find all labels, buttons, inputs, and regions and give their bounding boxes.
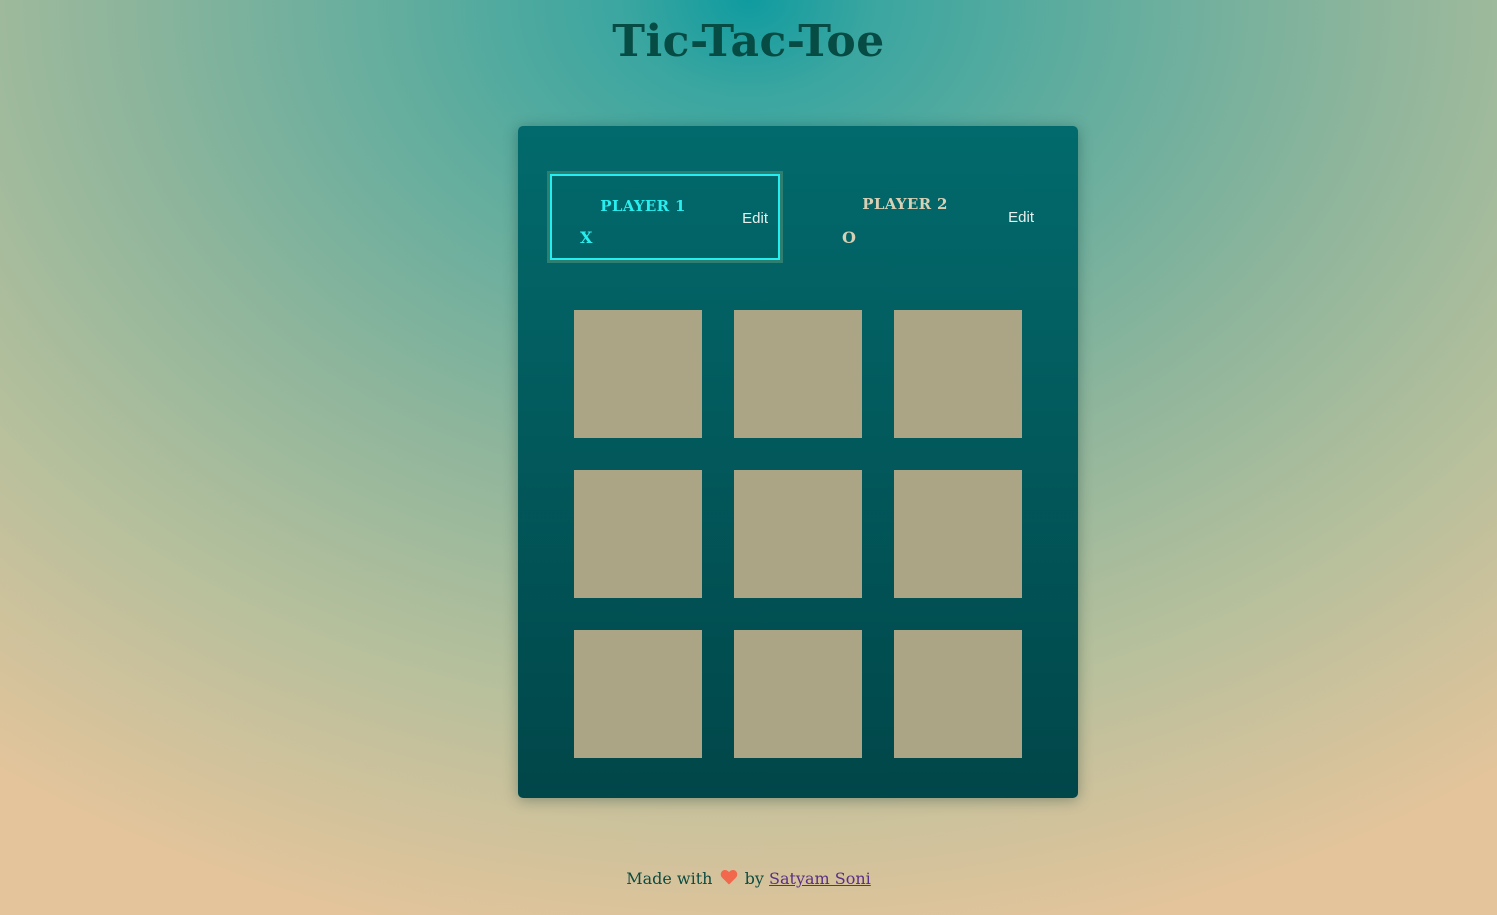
- edit-player-2-button[interactable]: Edit: [1008, 209, 1034, 227]
- game-card: PLAYER 1 X Edit PLAYER 2 O Edit: [518, 126, 1078, 798]
- player-2-panel: PLAYER 2 O Edit: [814, 174, 1044, 260]
- board-cell-8[interactable]: [734, 630, 862, 758]
- board-cell-9[interactable]: [894, 630, 1022, 758]
- board-cell-1[interactable]: [574, 310, 702, 438]
- player-1-name: PLAYER 1: [600, 197, 686, 215]
- board-cell-7[interactable]: [574, 630, 702, 758]
- game-board: [574, 310, 1022, 758]
- player-1-symbol: X: [580, 228, 593, 247]
- footer: Made with by Satyam Soni: [0, 868, 1497, 890]
- board-cell-4[interactable]: [574, 470, 702, 598]
- player-2-name: PLAYER 2: [862, 195, 948, 213]
- player-2-symbol: O: [842, 228, 856, 247]
- board-cell-6[interactable]: [894, 470, 1022, 598]
- page-title: Tic-Tac-Toe: [612, 16, 885, 67]
- heart-icon: [720, 869, 738, 885]
- player-1-panel: PLAYER 1 X Edit: [547, 171, 783, 263]
- author-link[interactable]: Satyam Soni: [769, 869, 871, 888]
- footer-middle: by: [744, 869, 764, 888]
- board-cell-5[interactable]: [734, 470, 862, 598]
- board-cell-2[interactable]: [734, 310, 862, 438]
- edit-player-1-button[interactable]: Edit: [742, 210, 768, 228]
- footer-prefix: Made with: [626, 869, 713, 888]
- board-cell-3[interactable]: [894, 310, 1022, 438]
